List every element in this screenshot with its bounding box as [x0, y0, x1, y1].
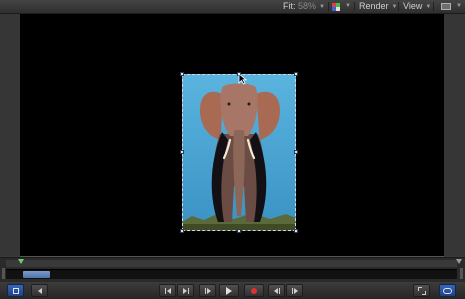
toolbar-divider [328, 2, 329, 11]
loop-icon [443, 287, 452, 294]
fit-zoom-control[interactable]: Fit: 58% ▼ [283, 1, 325, 12]
step-icon [204, 287, 211, 294]
go-to-end-icon [182, 287, 189, 294]
previous-keyframe-button[interactable] [268, 284, 285, 297]
view-layout-icon [441, 3, 451, 10]
color-channels-icon [332, 3, 340, 11]
toolbar-divider [354, 2, 355, 11]
playhead-icon[interactable] [18, 259, 24, 264]
mouse-pointer-icon [238, 73, 247, 85]
render-label: Render [359, 1, 389, 11]
next-keyframe-icon [291, 287, 298, 294]
fit-value: 58% [298, 1, 317, 11]
resize-handle-left[interactable] [180, 150, 184, 154]
resize-handle-top-right[interactable] [294, 72, 298, 76]
loop-button[interactable] [439, 284, 456, 297]
timeline-track[interactable] [6, 269, 457, 279]
mini-timeline [0, 257, 465, 282]
record-icon [251, 287, 257, 294]
next-keyframe-button[interactable] [286, 284, 303, 297]
timeline-left-cap [2, 268, 5, 279]
canvas[interactable] [20, 14, 444, 256]
timeline-clip[interactable] [23, 271, 50, 278]
play-button[interactable] [219, 284, 239, 297]
end-marker-icon[interactable] [456, 259, 462, 264]
elephant-image[interactable] [182, 74, 296, 231]
step-button[interactable] [199, 284, 216, 297]
toolbar-divider [433, 2, 434, 11]
resize-handle-bottom-right[interactable] [294, 229, 298, 233]
transport-bar [0, 282, 465, 299]
go-to-start-icon [164, 287, 171, 294]
color-channels-control[interactable]: ▼ [332, 1, 352, 12]
play-range-button[interactable] [7, 284, 24, 297]
toolbar-divider [398, 2, 399, 11]
go-to-start-button[interactable] [159, 284, 176, 297]
resize-handle-bottom-left[interactable] [180, 229, 184, 233]
color-dropdown-arrow-icon: ▼ [345, 3, 351, 9]
play-icon [226, 286, 232, 295]
timeline-ruler[interactable] [6, 260, 457, 267]
view-menu[interactable]: View ▼ [403, 1, 431, 12]
elephant-photo [182, 74, 296, 231]
play-range-icon [12, 287, 19, 294]
record-button[interactable] [244, 284, 264, 297]
view-label: View [403, 1, 423, 11]
resize-handle-top-left[interactable] [180, 72, 184, 76]
go-to-end-button[interactable] [177, 284, 194, 297]
canvas-left-margin [0, 14, 20, 256]
timeline-right-cap [460, 268, 463, 279]
view-dropdown-arrow-icon: ▼ [425, 4, 432, 10]
previous-keyframe-icon [273, 287, 280, 294]
canvas-toolbar: Fit: 58% ▼ ▼ Render ▼ View ▼ ▼ [0, 0, 465, 14]
fit-label: Fit: [283, 1, 296, 11]
resize-handle-bottom[interactable] [237, 229, 241, 233]
render-menu[interactable]: Render ▼ [359, 1, 397, 12]
view-layout-control[interactable]: ▼ [440, 1, 462, 12]
full-screen-button[interactable] [413, 284, 430, 297]
previous-frame-button[interactable] [31, 284, 48, 297]
render-dropdown-arrow-icon: ▼ [391, 4, 398, 10]
fit-dropdown-arrow-icon: ▼ [319, 4, 325, 10]
resize-handle-right[interactable] [294, 150, 298, 154]
layout-dropdown-arrow-icon: ▼ [456, 3, 462, 9]
arrow-left-icon [37, 287, 42, 294]
expand-icon [417, 286, 426, 295]
canvas-right-margin [444, 14, 465, 256]
